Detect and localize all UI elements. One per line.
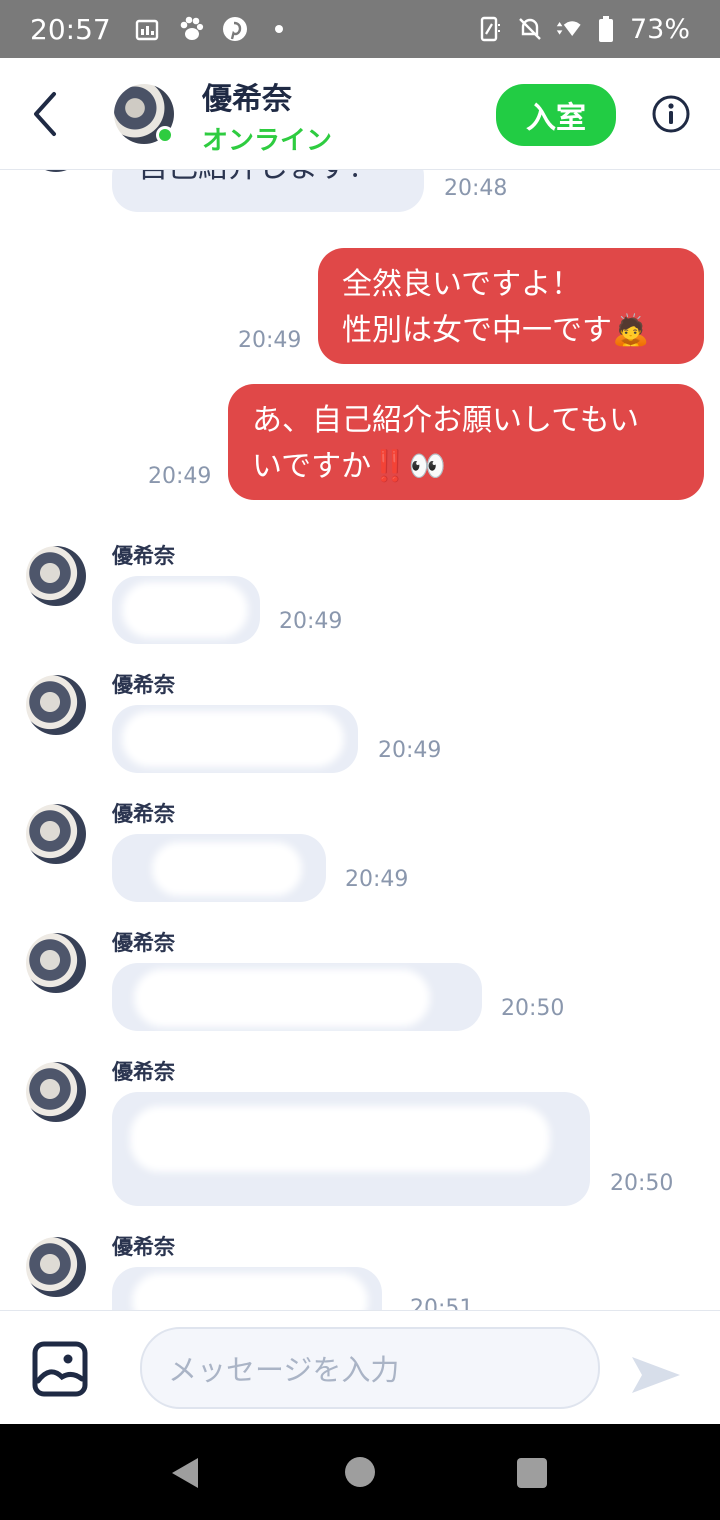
redaction-mask xyxy=(122,711,344,767)
online-indicator xyxy=(156,126,174,144)
message-time: 20:49 xyxy=(279,609,343,634)
incoming-message[interactable] xyxy=(112,576,260,644)
incoming-message[interactable]: 自己紹介します？ xyxy=(112,170,424,212)
battery-icon xyxy=(592,15,620,43)
sender-name: 優希奈 xyxy=(112,673,175,697)
sender-name: 優希奈 xyxy=(112,1060,175,1084)
sender-name: 優希奈 xyxy=(112,802,175,826)
contact-name[interactable]: 優希奈 xyxy=(202,74,292,118)
message-line: あ、自己紹介お願いしてもい xyxy=(252,403,639,438)
redaction-mask xyxy=(134,969,430,1027)
message-text: 自己紹介します？ xyxy=(138,170,378,186)
nav-home-button[interactable] xyxy=(345,1457,375,1487)
sender-avatar[interactable] xyxy=(26,1237,86,1297)
send-button[interactable] xyxy=(628,1351,684,1399)
message-time: 20:48 xyxy=(444,176,508,201)
redaction-mask xyxy=(152,842,302,896)
enter-room-button[interactable]: 入室 xyxy=(496,84,616,146)
sender-avatar[interactable] xyxy=(26,170,86,172)
message-time: 20:49 xyxy=(345,867,409,892)
status-bar: 20:57 73% xyxy=(0,0,720,58)
sender-name: 優希奈 xyxy=(112,1235,175,1259)
pinterest-icon xyxy=(221,15,249,43)
battery-percent: 73% xyxy=(629,13,690,45)
message-time: 20:50 xyxy=(610,1171,674,1196)
message-time: 20:49 xyxy=(378,738,442,763)
sender-avatar[interactable] xyxy=(26,933,86,993)
message-composer: メッセージを入力 xyxy=(0,1310,720,1424)
message-time: 20:49 xyxy=(238,328,302,353)
wifi-icon xyxy=(554,15,582,43)
redaction-mask xyxy=(122,582,248,638)
send-icon xyxy=(632,1357,680,1393)
status-time: 20:57 xyxy=(30,12,111,46)
nav-back-button[interactable] xyxy=(170,1456,200,1490)
message-input[interactable]: メッセージを入力 xyxy=(140,1327,600,1409)
incoming-message[interactable] xyxy=(112,963,482,1031)
calendar-icon xyxy=(133,15,161,43)
dot-icon xyxy=(265,15,293,43)
sender-name: 優希奈 xyxy=(112,931,175,955)
message-time: 20:51 xyxy=(410,1296,474,1310)
chat-header: 優希奈 オンライン 入室 xyxy=(0,58,720,170)
paw-icon xyxy=(177,15,205,43)
mute-bell-icon xyxy=(516,15,544,43)
chat-messages[interactable]: 自己紹介します？ 20:48 20:49 全然良いですよ！ 性別は女で中一です🙇… xyxy=(0,170,720,1310)
outgoing-message[interactable]: 全然良いですよ！ 性別は女で中一です🙇 xyxy=(318,248,704,364)
info-button[interactable] xyxy=(651,94,691,134)
sender-avatar[interactable] xyxy=(26,804,86,864)
nfc-icon xyxy=(478,15,506,43)
incoming-message[interactable] xyxy=(112,1267,382,1310)
message-line: いですか‼️👀 xyxy=(252,449,446,484)
sender-avatar[interactable] xyxy=(26,1062,86,1122)
message-line: 全然良いですよ！ xyxy=(342,267,582,302)
incoming-message[interactable] xyxy=(112,834,326,902)
back-button[interactable] xyxy=(26,88,66,140)
redaction-mask xyxy=(130,1106,550,1172)
sender-name: 優希奈 xyxy=(112,544,175,568)
notification-icons xyxy=(133,15,293,43)
incoming-message[interactable] xyxy=(112,1092,590,1206)
redaction-mask xyxy=(132,1273,368,1310)
nav-recents-button[interactable] xyxy=(517,1458,547,1488)
chevron-left-icon xyxy=(34,92,56,136)
contact-status: オンライン xyxy=(202,126,333,156)
incoming-message[interactable] xyxy=(112,705,358,773)
triangle-back-icon xyxy=(172,1458,198,1488)
info-icon xyxy=(652,95,690,133)
system-navigation-bar xyxy=(0,1424,720,1520)
message-time: 20:49 xyxy=(148,464,212,489)
message-line: 性別は女で中一です🙇 xyxy=(342,313,650,348)
message-time: 20:50 xyxy=(501,996,565,1021)
outgoing-message[interactable]: あ、自己紹介お願いしてもい いですか‼️👀 xyxy=(228,384,704,500)
sender-avatar[interactable] xyxy=(26,546,86,606)
image-icon xyxy=(32,1341,88,1397)
system-icons: 73% xyxy=(478,14,690,45)
attach-image-button[interactable] xyxy=(32,1341,88,1397)
sender-avatar[interactable] xyxy=(26,675,86,735)
